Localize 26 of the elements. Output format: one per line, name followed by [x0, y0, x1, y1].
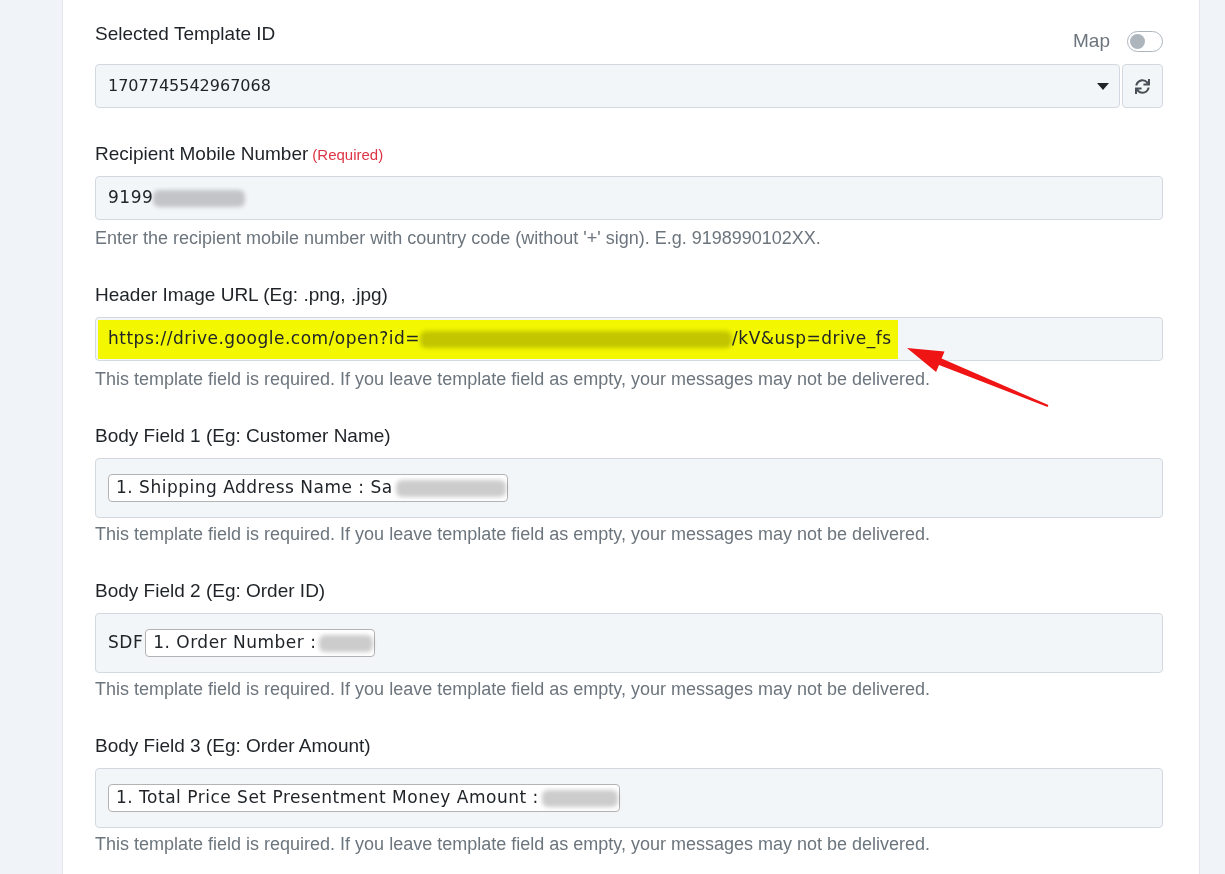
redaction-blur [319, 634, 374, 652]
help-text: Enter the recipient mobile number with country code (without '+' sign). E.g. 9198990102XX. [95, 227, 822, 249]
tag-input-field[interactable]: 1. Shipping Address Name : Sa [95, 458, 1163, 518]
field-label: Recipient Mobile Number [95, 143, 309, 165]
field-label: Body Field 1 (Eg: Customer Name) [95, 425, 391, 447]
help-text: This template field is required. If you leave template field as empty, your messages may not be delivered. [95, 523, 932, 545]
tag-text: 1. Order Number : [153, 631, 317, 655]
refresh-button[interactable] [1122, 64, 1163, 108]
help-text: This template field is required. If you leave template field as empty, your messages may not be delivered. [95, 833, 932, 855]
required-note: (Required) [312, 145, 384, 165]
refresh-icon [1135, 78, 1150, 94]
field-label: Header Image URL (Eg: .png, .jpg) [95, 284, 388, 306]
help-text: This template field is required. If you leave template field as empty, your messages may not be delivered. [95, 678, 932, 700]
toggle-label: Map [1073, 30, 1110, 52]
tag-input-field[interactable]: SDF 1. Order Number : [95, 613, 1163, 673]
tag-text: 1. Shipping Address Name : Sa [116, 476, 393, 500]
help-text: This template field is required. If you leave template field as empty, your messages may not be delivered. [95, 368, 932, 390]
tag-input-field[interactable]: 1. Total Price Set Presentment Money Amount : [95, 768, 1163, 828]
input-field[interactable]: 9199 [95, 176, 1163, 220]
field-label: Body Field 3 (Eg: Order Amount) [95, 735, 371, 757]
caret-icon [1097, 82, 1109, 90]
map-toggle[interactable] [1127, 30, 1163, 52]
tag-text: 1. Total Price Set Presentment Money Amount : [116, 786, 539, 810]
field-label: Body Field 2 (Eg: Order ID) [95, 580, 326, 602]
template-select[interactable]: 1707745542967068 [95, 64, 1120, 108]
field-label: Selected Template ID [95, 23, 276, 46]
